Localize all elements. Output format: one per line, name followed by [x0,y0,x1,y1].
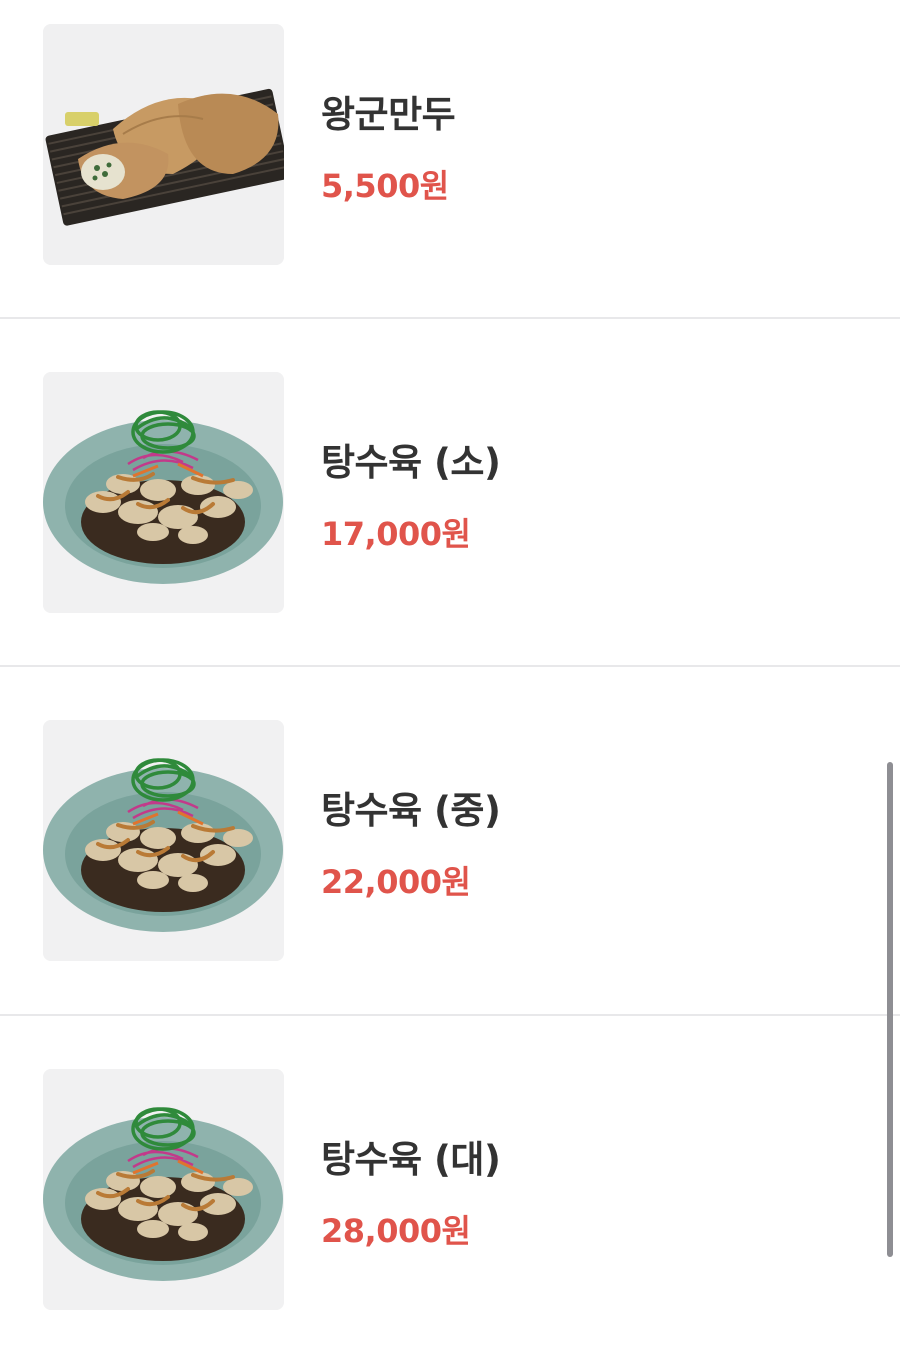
item-price: 17,000원 [321,515,471,553]
sweet-sour-pork-image [43,372,284,613]
item-name: 탕수육 (대) [321,1138,501,1181]
sweet-sour-pork-image [43,720,284,961]
item-name: 탕수육 (소) [321,441,501,484]
item-name: 탕수육 (중) [321,789,501,832]
item-price: 22,000원 [321,863,471,901]
menu-item[interactable]: 왕군만두 5,500원 [0,24,900,265]
menu-item[interactable]: 탕수육 (소) 17,000원 [0,372,900,613]
sweet-sour-pork-image [43,1069,284,1310]
item-price: 5,500원 [321,167,449,205]
dumpling-plate-image [43,24,284,265]
divider [0,317,900,319]
menu-item[interactable]: 탕수육 (대) 28,000원 [0,1069,900,1310]
menu-item[interactable]: 탕수육 (중) 22,000원 [0,720,900,961]
scrollbar-thumb[interactable] [887,762,893,1257]
divider [0,665,900,667]
item-name: 왕군만두 [321,93,456,136]
divider [0,1014,900,1016]
item-price: 28,000원 [321,1212,471,1250]
